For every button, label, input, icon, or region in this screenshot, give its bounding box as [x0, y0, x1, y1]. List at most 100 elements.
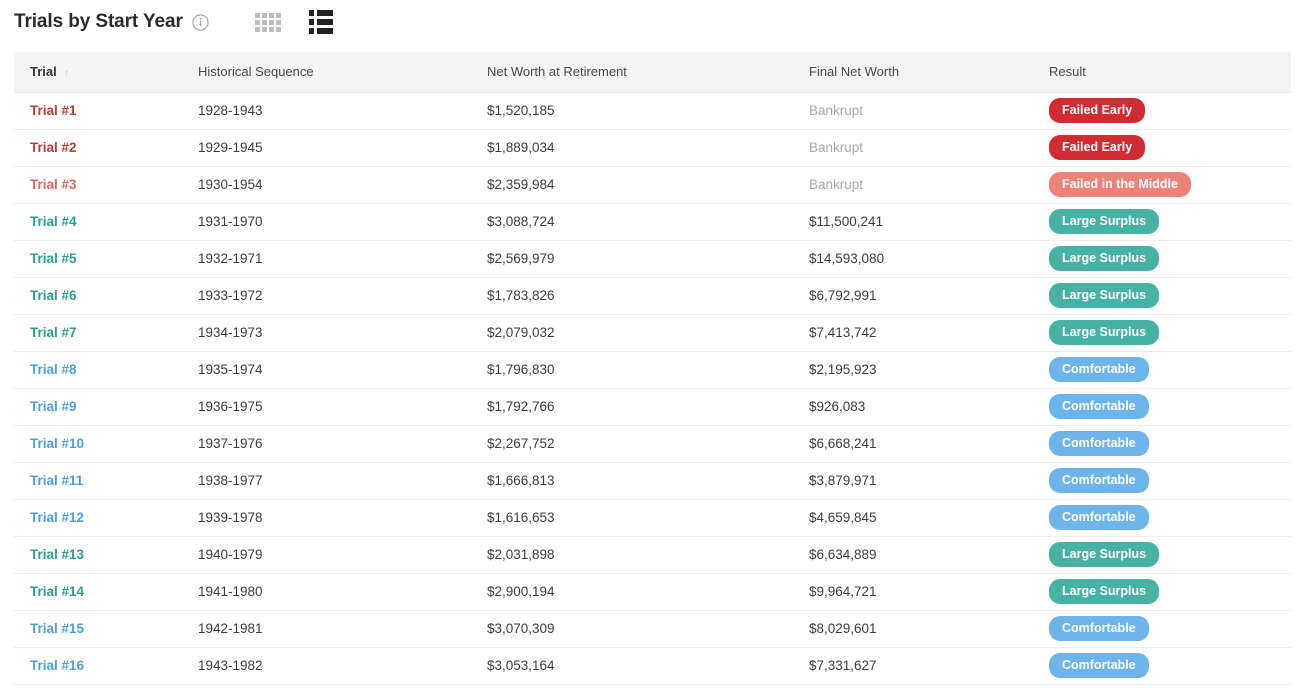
cell-trial: Trial #13: [14, 536, 182, 574]
table-body: Trial #1 1928-1943 $1,520,185 Bankrupt Faile…: [14, 92, 1291, 685]
cell-net-worth-at-retirement: $1,520,185: [471, 92, 793, 130]
trial-link[interactable]: Trial #16: [30, 658, 84, 673]
cell-historical-sequence: 1941-1980: [182, 573, 471, 611]
cell-final-net-worth: $11,500,241: [793, 203, 1033, 241]
table-row: Trial #14 1941-1980 $2,900,194 $9,964,721 La…: [14, 573, 1291, 611]
table-header-row: Trial ↑ Historical Sequence Net Worth at …: [14, 52, 1291, 93]
final-net-worth-value: $6,792,991: [809, 288, 877, 304]
cell-trial: Trial #7: [14, 314, 182, 352]
cell-net-worth-at-retirement: $1,783,826: [471, 277, 793, 315]
bankrupt-label: Bankrupt: [809, 177, 864, 193]
column-header-result[interactable]: Result: [1033, 52, 1291, 93]
cell-final-net-worth: $4,659,845: [793, 499, 1033, 537]
cell-trial: Trial #11: [14, 462, 182, 500]
cell-net-worth-at-retirement: $3,053,164: [471, 647, 793, 685]
info-circle-icon[interactable]: [192, 13, 209, 31]
cell-result: Comfortable: [1033, 388, 1291, 426]
final-net-worth-value: $2,195,923: [809, 362, 877, 378]
table-row: Trial #13 1940-1979 $2,031,898 $6,634,889 La…: [14, 536, 1291, 574]
table-row: Trial #5 1932-1971 $2,569,979 $14,593,080 La…: [14, 240, 1291, 278]
status-badge: Large Surplus: [1049, 319, 1160, 346]
cell-trial: Trial #3: [14, 166, 182, 204]
trial-link[interactable]: Trial #12: [30, 510, 84, 525]
final-net-worth-value: $9,964,721: [809, 584, 877, 600]
final-net-worth-value: $8,029,601: [809, 621, 877, 637]
trial-link[interactable]: Trial #7: [30, 325, 77, 340]
cell-historical-sequence: 1930-1954: [182, 166, 471, 204]
cell-trial: Trial #4: [14, 203, 182, 241]
final-net-worth-value: $6,634,889: [809, 547, 877, 563]
cell-historical-sequence: 1942-1981: [182, 610, 471, 648]
cell-historical-sequence: 1938-1977: [182, 462, 471, 500]
trial-link[interactable]: Trial #15: [30, 621, 84, 636]
cell-final-net-worth: $7,331,627: [793, 647, 1033, 685]
cell-trial: Trial #9: [14, 388, 182, 426]
column-header-historical-sequence[interactable]: Historical Sequence: [182, 52, 471, 93]
cell-result: Comfortable: [1033, 462, 1291, 500]
final-net-worth-value: $11,500,241: [809, 214, 884, 230]
trial-link[interactable]: Trial #1: [30, 103, 77, 118]
cell-historical-sequence: 1928-1943: [182, 92, 471, 130]
cell-historical-sequence: 1934-1973: [182, 314, 471, 352]
table-header: Trial ↑ Historical Sequence Net Worth at …: [14, 52, 1291, 93]
trial-link[interactable]: Trial #2: [30, 140, 77, 155]
cell-result: Failed Early: [1033, 92, 1291, 130]
trial-link[interactable]: Trial #8: [30, 362, 77, 377]
cell-result: Comfortable: [1033, 610, 1291, 648]
status-badge: Large Surplus: [1049, 208, 1160, 235]
cell-trial: Trial #6: [14, 277, 182, 315]
status-badge: Comfortable: [1049, 615, 1149, 642]
trial-link[interactable]: Trial #3: [30, 177, 77, 192]
cell-result: Large Surplus: [1033, 573, 1291, 611]
table-row: Trial #16 1943-1982 $3,053,164 $7,331,627 Co…: [14, 647, 1291, 685]
status-badge: Failed Early: [1049, 134, 1146, 161]
column-header-trial[interactable]: Trial ↑: [14, 52, 182, 93]
cell-net-worth-at-retirement: $3,088,724: [471, 203, 793, 241]
cell-result: Comfortable: [1033, 499, 1291, 537]
status-badge: Comfortable: [1049, 652, 1149, 679]
table-row: Trial #9 1936-1975 $1,792,766 $926,083 Comfo…: [14, 388, 1291, 426]
trial-link[interactable]: Trial #14: [30, 584, 84, 599]
list-view-icon[interactable]: [308, 10, 333, 34]
trial-link[interactable]: Trial #6: [30, 288, 77, 303]
cell-trial: Trial #2: [14, 129, 182, 167]
cell-final-net-worth: $6,792,991: [793, 277, 1033, 315]
cell-historical-sequence: 1931-1970: [182, 203, 471, 241]
cell-net-worth-at-retirement: $1,792,766: [471, 388, 793, 426]
cell-final-net-worth: $3,879,971: [793, 462, 1033, 500]
trial-link[interactable]: Trial #5: [30, 251, 77, 266]
status-badge: Large Surplus: [1049, 282, 1160, 309]
sort-ascending-icon: ↑: [63, 65, 70, 80]
final-net-worth-value: $926,083: [809, 399, 866, 415]
status-badge: Large Surplus: [1049, 578, 1160, 605]
trial-link[interactable]: Trial #9: [30, 399, 77, 414]
cell-trial: Trial #1: [14, 92, 182, 130]
status-badge: Failed Early: [1049, 97, 1146, 124]
trial-link[interactable]: Trial #13: [30, 547, 84, 562]
grid-view-icon[interactable]: [254, 12, 281, 32]
column-header-net-worth-at-retirement[interactable]: Net Worth at Retirement: [471, 52, 793, 93]
cell-result: Large Surplus: [1033, 203, 1291, 241]
trial-link[interactable]: Trial #10: [30, 436, 84, 451]
cell-trial: Trial #8: [14, 351, 182, 389]
page-header: Trials by Start Year: [0, 0, 1305, 44]
column-header-final-net-worth[interactable]: Final Net Worth: [793, 52, 1033, 93]
cell-historical-sequence: 1929-1945: [182, 129, 471, 167]
cell-net-worth-at-retirement: $3,070,309: [471, 610, 793, 648]
final-net-worth-value: $14,593,080: [809, 251, 885, 267]
cell-net-worth-at-retirement: $1,616,653: [471, 499, 793, 537]
cell-net-worth-at-retirement: $1,666,813: [471, 462, 793, 500]
cell-net-worth-at-retirement: $1,796,830: [471, 351, 793, 389]
cell-result: Large Surplus: [1033, 277, 1291, 315]
cell-historical-sequence: 1940-1979: [182, 536, 471, 574]
final-net-worth-value: $7,331,627: [809, 658, 877, 674]
final-net-worth-value: $3,879,971: [809, 473, 877, 489]
status-badge: Comfortable: [1049, 356, 1149, 383]
trial-link[interactable]: Trial #4: [30, 214, 77, 229]
cell-final-net-worth: Bankrupt: [793, 92, 1033, 130]
bankrupt-label: Bankrupt: [809, 140, 864, 156]
final-net-worth-value: $6,668,241: [809, 436, 877, 452]
trial-link[interactable]: Trial #11: [30, 473, 83, 488]
cell-trial: Trial #10: [14, 425, 182, 463]
cell-historical-sequence: 1937-1976: [182, 425, 471, 463]
